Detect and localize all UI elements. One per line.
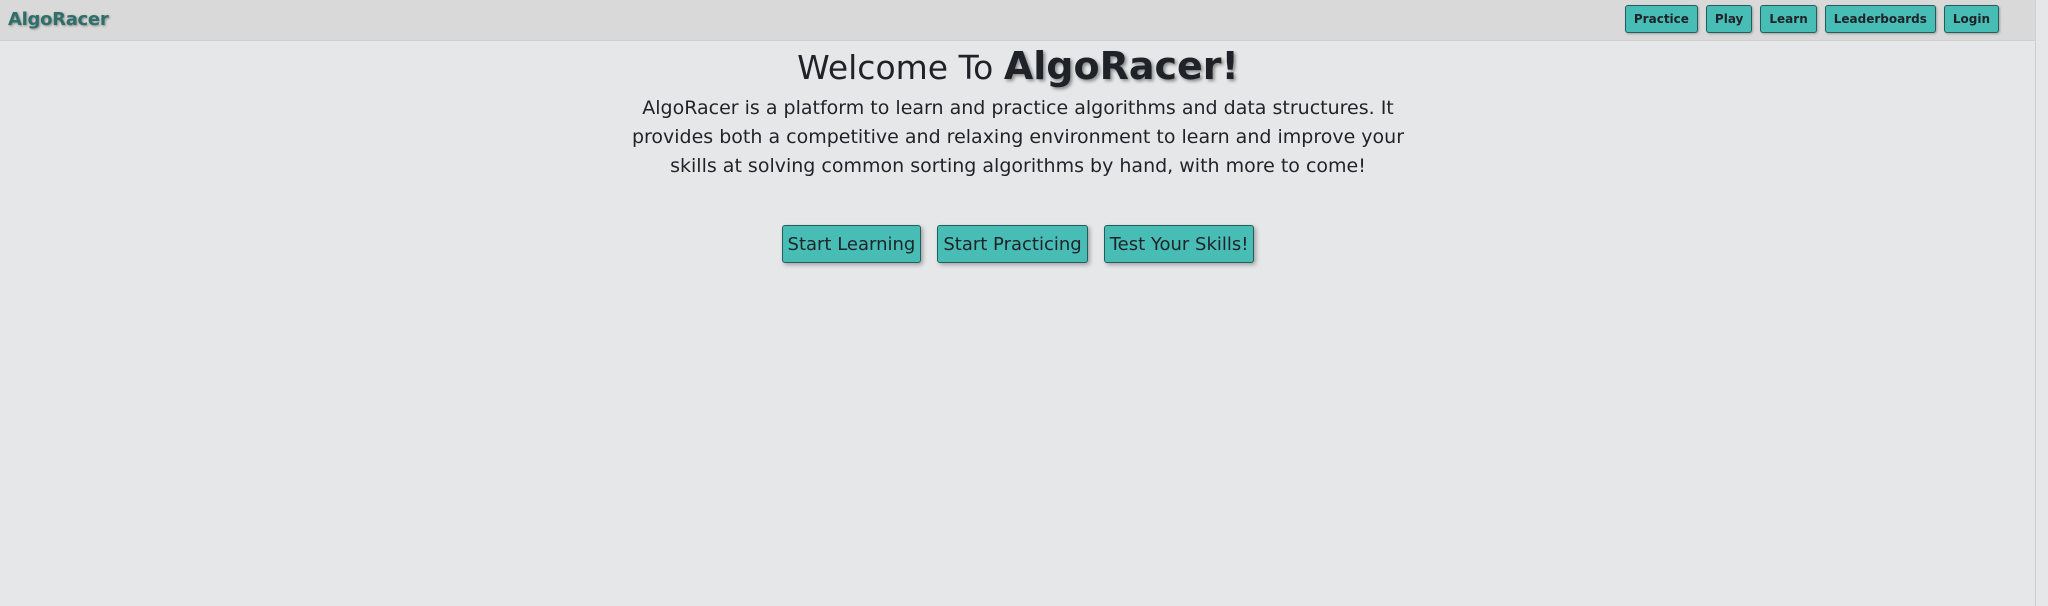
nav-links: Practice Play Learn Leaderboards Login — [1624, 5, 1999, 33]
title-brand: AlgoRacer! — [1003, 44, 1239, 88]
brand-logo[interactable]: AlgoRacer — [8, 9, 109, 30]
top-navbar: AlgoRacer Practice Play Learn Leaderboar… — [0, 0, 2036, 41]
page-title: Welcome To AlgoRacer! — [0, 42, 2036, 92]
start-practicing-button[interactable]: Start Practicing — [937, 225, 1088, 263]
title-prefix: Welcome To — [797, 48, 994, 87]
hero-section: Welcome To AlgoRacer! AlgoRacer is a pla… — [0, 42, 2036, 263]
nav-practice-button[interactable]: Practice — [1624, 5, 1698, 33]
nav-learn-button[interactable]: Learn — [1760, 5, 1817, 33]
nav-login-button[interactable]: Login — [1943, 5, 1999, 33]
test-your-skills-button[interactable]: Test Your Skills! — [1103, 225, 1255, 263]
hero-actions: Start Learning Start Practicing Test You… — [0, 225, 2036, 263]
vertical-scrollbar[interactable] — [2035, 0, 2048, 606]
nav-play-button[interactable]: Play — [1705, 5, 1753, 33]
hero-description: AlgoRacer is a platform to learn and pra… — [631, 97, 1405, 177]
start-learning-button[interactable]: Start Learning — [781, 225, 922, 263]
nav-leaderboards-button[interactable]: Leaderboards — [1824, 5, 1936, 33]
